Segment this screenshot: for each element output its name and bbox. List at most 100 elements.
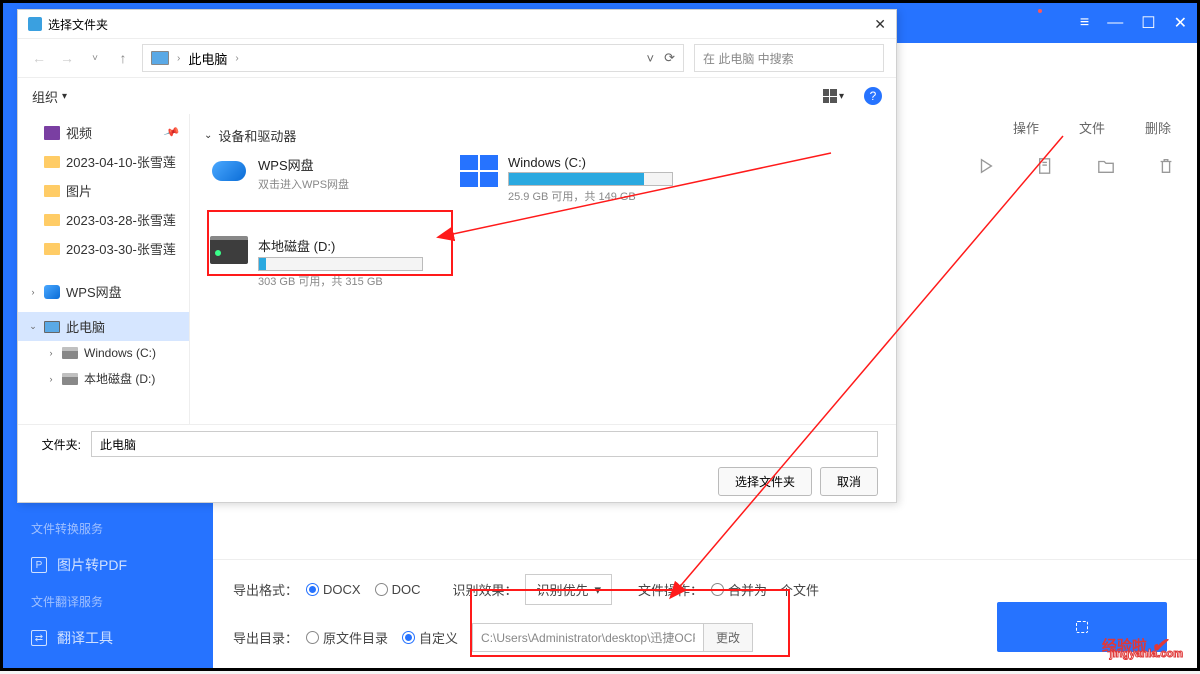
- col-del: 删除: [1145, 118, 1171, 137]
- radio-docx-label: DOCX: [323, 582, 361, 597]
- radio-docx[interactable]: DOCX: [306, 582, 361, 597]
- toolbar: 组织 ▾ ▾ ?: [18, 78, 896, 114]
- search-input[interactable]: 在 此电脑 中搜索: [694, 44, 884, 72]
- pc-icon: [151, 51, 169, 65]
- refresh-icon[interactable]: ⟳: [664, 50, 675, 66]
- nav-tree: 视频📌 2023-04-10-张雪莲 图片 2023-03-28-张雪莲 202…: [18, 114, 190, 424]
- trash-icon[interactable]: [1157, 157, 1175, 175]
- pc-icon: [44, 321, 60, 333]
- nav-recent-icon[interactable]: ˅: [86, 53, 104, 64]
- chevron-down-icon: ▾: [595, 582, 602, 598]
- view-button[interactable]: ▾: [823, 89, 844, 103]
- tree-item-cdrive[interactable]: ›Windows (C:): [18, 341, 189, 365]
- recognition-dropdown[interactable]: 识别优先 ▾: [525, 574, 612, 605]
- drive-d[interactable]: 本地磁盘 (D:) 303 GB 可用，共 315 GB: [204, 230, 434, 295]
- help-icon[interactable]: ?: [864, 87, 882, 105]
- tree-item-folder2[interactable]: 2023-03-28-张雪莲: [18, 205, 189, 234]
- wps-cloud-icon: [210, 155, 248, 187]
- tree-item-folder1[interactable]: 2023-04-10-张雪莲: [18, 147, 189, 176]
- path-box: 更改: [472, 623, 753, 652]
- folder-icon[interactable]: [1097, 157, 1115, 175]
- chevron-icon: ›: [235, 53, 238, 64]
- close-icon[interactable]: ✕: [1174, 13, 1187, 33]
- chevron-down-icon: ▾: [839, 91, 844, 102]
- collapse-icon[interactable]: ⌄: [28, 321, 38, 332]
- row-actions: [977, 157, 1175, 175]
- folder-name-input[interactable]: [91, 431, 878, 457]
- drive-name: WPS网盘: [258, 155, 349, 174]
- tree-label: WPS网盘: [66, 282, 122, 301]
- drive-name: Windows (C:): [508, 155, 673, 170]
- drive-wps[interactable]: WPS网盘 双击进入WPS网盘: [204, 149, 434, 210]
- radio-merge[interactable]: 合并为一个文件: [711, 580, 819, 599]
- row-export-format: 导出格式： DOCX DOC 识别效果： 识别优先 ▾ 文件操作： 合并为一个文…: [233, 574, 1177, 605]
- recognition-label: 识别效果：: [452, 580, 517, 599]
- tree-item-pictures[interactable]: 图片: [18, 176, 189, 205]
- tree-label: 视频: [66, 123, 92, 142]
- disk-icon: [210, 236, 248, 264]
- change-button[interactable]: 更改: [703, 624, 752, 651]
- menu-icon[interactable]: ≡: [1080, 14, 1089, 32]
- tree-label: 2023-04-10-张雪莲: [66, 152, 176, 171]
- nav-up-icon[interactable]: ↑: [114, 50, 132, 66]
- path-input[interactable]: [473, 624, 703, 651]
- dialog-footer: 文件夹: 选择文件夹 取消: [18, 424, 896, 502]
- expand-icon[interactable]: ›: [28, 287, 38, 297]
- play-icon[interactable]: [977, 157, 995, 175]
- nav-back-icon[interactable]: ←: [30, 50, 48, 66]
- tree-label: 图片: [66, 181, 92, 200]
- sidebar-section-convert: 文件转换服务: [3, 512, 213, 545]
- tree-label: 2023-03-28-张雪莲: [66, 210, 176, 229]
- minimize-icon[interactable]: —: [1107, 14, 1123, 32]
- radio-doc[interactable]: DOC: [375, 582, 421, 597]
- search-placeholder: 在 此电脑 中搜索: [703, 50, 794, 67]
- cancel-button[interactable]: 取消: [820, 467, 878, 496]
- folder-picker-dialog: 选择文件夹 ✕ ← → ˅ ↑ › 此电脑 › ˅ ⟳ 在 此电脑 中搜索 组织…: [17, 9, 897, 503]
- folder-icon: [44, 185, 60, 197]
- chevron-icon: ›: [177, 53, 180, 64]
- crumb-thispc[interactable]: 此电脑: [188, 49, 227, 68]
- tree-item-folder3[interactable]: 2023-03-30-张雪莲: [18, 234, 189, 263]
- sidebar-item-label: 图片转PDF: [57, 555, 127, 575]
- tree-label: 本地磁盘 (D:): [84, 370, 155, 387]
- folder-icon: [44, 243, 60, 255]
- tree-item-video[interactable]: 视频📌: [18, 118, 189, 147]
- radio-doc-label: DOC: [392, 582, 421, 597]
- expand-icon[interactable]: ›: [46, 374, 56, 384]
- dropdown-value: 识别优先: [536, 580, 588, 599]
- radio-custom[interactable]: 自定义: [402, 628, 458, 647]
- notification-dot: [1038, 9, 1042, 13]
- tree-label: 2023-03-30-张雪莲: [66, 239, 176, 258]
- radio-custom-label: 自定义: [419, 628, 458, 647]
- file-icon[interactable]: [1037, 157, 1055, 175]
- chevron-down-icon[interactable]: ˅: [647, 51, 655, 66]
- dialog-close-icon[interactable]: ✕: [874, 16, 886, 33]
- windows-icon: [460, 155, 498, 187]
- tree-item-wps[interactable]: › WPS网盘: [18, 277, 189, 306]
- tree-item-thispc[interactable]: ⌄ 此电脑: [18, 312, 189, 341]
- drive-c[interactable]: Windows (C:) 25.9 GB 可用，共 149 GB: [454, 149, 684, 210]
- breadcrumb[interactable]: › 此电脑 › ˅ ⟳: [142, 44, 684, 72]
- tree-label: 此电脑: [66, 317, 105, 336]
- expand-icon[interactable]: ›: [46, 348, 56, 358]
- select-folder-button[interactable]: 选择文件夹: [718, 467, 812, 496]
- export-format-label: 导出格式：: [233, 580, 298, 599]
- translate-icon: ⇄: [31, 630, 47, 646]
- col-file: 文件: [1079, 118, 1105, 137]
- sidebar-item-translate[interactable]: ⇄ 翻译工具: [3, 618, 213, 658]
- section-devices[interactable]: ⌄ 设备和驱动器: [204, 122, 882, 149]
- chevron-down-icon: ▾: [62, 91, 67, 102]
- export-dir-label: 导出目录：: [233, 628, 298, 647]
- drive-sub: 303 GB 可用，共 315 GB: [258, 273, 423, 289]
- drive-d-usage-bar: [258, 257, 423, 271]
- organize-button[interactable]: 组织 ▾: [32, 87, 67, 106]
- drive-c-usage-bar: [508, 172, 673, 186]
- tree-item-ddrive[interactable]: › 本地磁盘 (D:): [18, 365, 189, 392]
- sidebar-item-img2pdf[interactable]: P 图片转PDF: [3, 545, 213, 585]
- sidebar-section-translate: 文件翻译服务: [3, 585, 213, 618]
- radio-origdir[interactable]: 原文件目录: [306, 628, 388, 647]
- col-op: 操作: [1013, 118, 1039, 137]
- nav-forward-icon[interactable]: →: [58, 50, 76, 66]
- maximize-icon[interactable]: ☐: [1141, 13, 1155, 33]
- folder-icon: [44, 156, 60, 168]
